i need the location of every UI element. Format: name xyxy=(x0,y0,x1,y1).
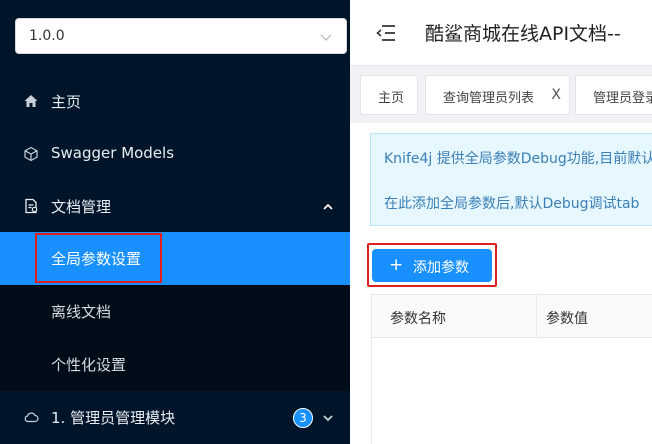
main-content: Knife4j 提供全局参数Debug功能,目前默认 在此添加全局参数后,默认D… xyxy=(350,123,652,444)
params-table: 参数名称 参数值 xyxy=(371,294,652,444)
alert-text-1: Knife4j 提供全局参数Debug功能,目前默认 xyxy=(384,151,652,167)
sidebar-subitem-personalize[interactable]: 个性化设置 xyxy=(0,338,350,391)
sidebar-item-label: 主页 xyxy=(51,93,82,111)
info-alert: Knife4j 提供全局参数Debug功能,目前默认 在此添加全局参数后,默认D… xyxy=(370,133,652,226)
cube-icon xyxy=(24,146,38,162)
sidebar-subitem-offline-docs[interactable]: 离线文档 xyxy=(0,285,350,338)
sidebar-subitem-label: 离线文档 xyxy=(51,303,112,321)
column-divider xyxy=(536,295,537,338)
doc-manage-icon xyxy=(25,198,38,214)
sidebar-subitem-label: 个性化设置 xyxy=(51,356,127,374)
count-badge: 3 xyxy=(293,408,313,428)
sidebar-item-admin-module[interactable]: 1. 管理员管理模块 3 xyxy=(0,391,350,444)
page-title: 酷鲨商城在线API文档-- xyxy=(425,23,621,45)
sidebar-item-label: Swagger Models xyxy=(51,144,175,162)
cloud-icon xyxy=(24,412,39,423)
tab-bar: 主页 查询管理员列表 X 管理员登录 xyxy=(350,66,652,123)
sidebar-item-swagger-models[interactable]: Swagger Models xyxy=(0,128,350,181)
sidebar-item-home[interactable]: 主页 xyxy=(0,75,350,128)
column-header-name: 参数名称 xyxy=(390,311,446,327)
highlight-box xyxy=(367,243,497,287)
version-select[interactable]: 1.0.0 xyxy=(15,18,347,54)
sidebar-item-label: 1. 管理员管理模块 xyxy=(51,409,176,427)
tab-label: 管理员登录 xyxy=(593,91,652,106)
tab-query-admin-list[interactable]: 查询管理员列表 X xyxy=(425,75,570,115)
close-icon[interactable]: X xyxy=(551,87,561,103)
alert-text-2: 在此添加全局参数后,默认Debug调试tab xyxy=(384,196,640,212)
version-value: 1.0.0 xyxy=(29,28,65,44)
highlight-box xyxy=(35,233,162,283)
top-header: 酷鲨商城在线API文档-- xyxy=(350,0,652,66)
tab-home[interactable]: 主页 xyxy=(360,75,418,115)
table-header: 参数名称 参数值 xyxy=(372,295,652,338)
tab-label: 查询管理员列表 xyxy=(443,91,535,106)
sidebar-item-label: 文档管理 xyxy=(51,198,112,216)
chevron-down-icon xyxy=(320,34,332,41)
menu-fold-icon[interactable] xyxy=(376,24,396,42)
tab-label: 主页 xyxy=(378,91,405,106)
sidebar-item-doc-manage[interactable]: 文档管理 xyxy=(0,180,350,233)
chevron-down-icon xyxy=(323,415,333,422)
chevron-up-icon xyxy=(323,203,333,210)
column-header-value: 参数值 xyxy=(546,311,588,327)
tab-admin-login[interactable]: 管理员登录 xyxy=(575,75,652,115)
home-icon xyxy=(24,95,38,107)
sidebar: 1.0.0 主页 Swagger Models 文档管理 全局参数设置 离线文档… xyxy=(0,0,350,444)
